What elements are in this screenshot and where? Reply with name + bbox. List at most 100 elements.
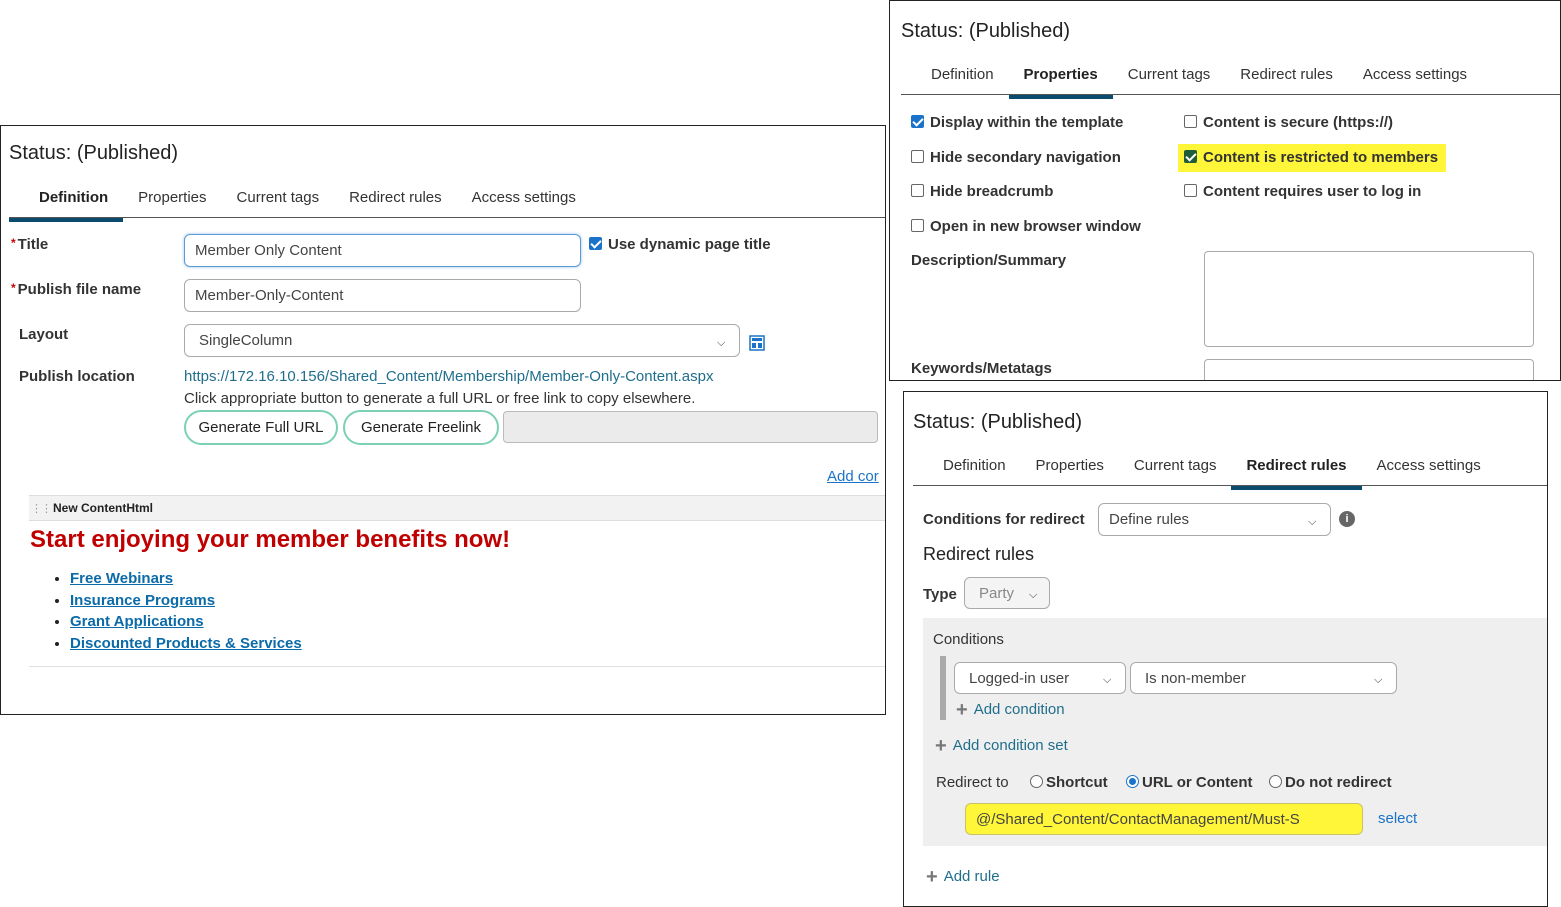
tab-current-tags[interactable]: Current tags: [222, 186, 335, 217]
layout-value: SingleColumn: [199, 332, 293, 349]
checkbox-icon: [911, 219, 924, 232]
plus-icon: +: [956, 699, 968, 721]
use-dynamic-title-checkbox[interactable]: Use dynamic page title: [589, 236, 771, 253]
required-marker: *: [11, 236, 16, 250]
status-title: Status: (Published): [901, 20, 1070, 42]
tab-redirect-rules[interactable]: Redirect rules: [334, 186, 457, 217]
list-item: Grant Applications: [70, 611, 885, 633]
open-new-window-checkbox[interactable]: Open in new browser window: [911, 218, 1141, 235]
tab-properties[interactable]: Properties: [1008, 63, 1113, 99]
conditions-label: Conditions: [933, 631, 1004, 648]
benefit-link-insurance[interactable]: Insurance Programs: [70, 592, 215, 609]
checkbox-icon: [1184, 184, 1197, 197]
redirect-target-input[interactable]: @/Shared_Content/ContactManagement/Must-…: [965, 803, 1363, 835]
keywords-label: Keywords/Metatags: [911, 360, 1052, 377]
radio-do-not-redirect[interactable]: Do not redirect: [1269, 774, 1392, 791]
content-restricted-checkbox[interactable]: Content is restricted to members: [1178, 144, 1447, 172]
conditions-for-redirect-select[interactable]: Define rules ⌵: [1098, 503, 1331, 536]
tab-redirect-rules[interactable]: Redirect rules: [1231, 454, 1362, 490]
checkbox-icon: [1184, 115, 1197, 128]
tab-properties[interactable]: Properties: [123, 186, 221, 217]
tab-access-settings[interactable]: Access settings: [1362, 454, 1496, 485]
radio-url-or-content[interactable]: URL or Content: [1126, 774, 1253, 791]
radio-icon: [1030, 775, 1043, 788]
checkbox-icon: [589, 237, 602, 250]
publish-location-link[interactable]: https://172.16.10.156/Shared_Content/Mem…: [184, 368, 713, 385]
add-condition-set-link[interactable]: + Add condition set: [935, 736, 1068, 756]
checkbox-icon: [911, 150, 924, 163]
benefits-list: Free Webinars Insurance Programs Grant A…: [29, 568, 885, 655]
layout-select[interactable]: SingleColumn ⌵: [184, 324, 740, 357]
description-label: Description/Summary: [911, 252, 1067, 269]
condition-operator-value: Is non-member: [1145, 669, 1246, 687]
rule-container: Conditions Logged-in user ⌵ Is non-membe…: [923, 618, 1547, 846]
publish-file-input[interactable]: Member-Only-Content: [184, 279, 581, 312]
chevron-down-icon: ⌵: [1308, 515, 1317, 528]
tab-properties[interactable]: Properties: [1021, 454, 1119, 485]
condition-set-bar: [940, 656, 946, 720]
add-content-link[interactable]: Add cor: [827, 468, 879, 485]
generate-full-url-button[interactable]: Generate Full URL: [184, 410, 338, 445]
conditions-for-redirect-value: Define rules: [1109, 511, 1190, 528]
tab-current-tags[interactable]: Current tags: [1119, 454, 1232, 485]
tab-definition[interactable]: Definition: [9, 186, 124, 222]
condition-operator-select[interactable]: Is non-member ⌵: [1130, 662, 1397, 694]
tab-access-settings[interactable]: Access settings: [457, 186, 591, 217]
tab-bar: Definition Properties Current tags Redir…: [901, 63, 1560, 99]
definition-panel: Status: (Published) Definition Propertie…: [0, 125, 886, 715]
content-requires-login-checkbox[interactable]: Content requires user to log in: [1184, 183, 1421, 200]
list-item: Discounted Products & Services: [70, 633, 885, 655]
radio-icon: [1126, 775, 1139, 788]
condition-field-select[interactable]: Logged-in user ⌵: [954, 662, 1126, 694]
status-title: Status: (Published): [9, 142, 178, 164]
chevron-down-icon: ⌵: [1374, 674, 1383, 686]
drag-handle-icon[interactable]: ⋮⋮: [31, 502, 52, 515]
benefit-link-grants[interactable]: Grant Applications: [70, 613, 204, 630]
redirect-rules-heading: Redirect rules: [923, 544, 1035, 564]
content-block-title: New ContentHtml: [53, 501, 153, 515]
publish-file-label: * Publish file name: [11, 281, 142, 298]
tab-definition[interactable]: Definition: [913, 454, 1021, 485]
tab-access-settings[interactable]: Access settings: [1348, 63, 1482, 94]
checkbox-icon: [1184, 150, 1197, 163]
required-marker: *: [11, 281, 16, 295]
benefits-headline: Start enjoying your member benefits now!: [30, 526, 511, 553]
description-textarea[interactable]: [1204, 251, 1534, 347]
list-item: Free Webinars: [70, 568, 885, 590]
checkbox-icon: [911, 115, 924, 128]
condition-field-value: Logged-in user: [969, 669, 1070, 687]
generated-url-field[interactable]: [503, 411, 878, 443]
content-secure-checkbox[interactable]: Content is secure (https://): [1184, 114, 1393, 131]
title-label: * Title: [11, 236, 49, 253]
benefit-link-webinars[interactable]: Free Webinars: [70, 570, 173, 587]
keywords-textarea[interactable]: [1204, 359, 1534, 380]
redirect-rules-panel: Status: (Published) Definition Propertie…: [903, 391, 1548, 907]
tab-definition[interactable]: Definition: [901, 63, 1009, 94]
select-link[interactable]: select: [1378, 810, 1417, 827]
tab-bar: Definition Properties Current tags Redir…: [913, 454, 1547, 490]
layout-preview-icon[interactable]: [749, 335, 765, 351]
tab-current-tags[interactable]: Current tags: [1113, 63, 1226, 94]
display-within-template-checkbox[interactable]: Display within the template: [911, 114, 1123, 131]
checkbox-icon: [911, 184, 924, 197]
layout-label: Layout: [19, 326, 69, 343]
info-icon[interactable]: i: [1339, 511, 1355, 527]
hide-secondary-nav-checkbox[interactable]: Hide secondary navigation: [911, 149, 1121, 166]
radio-shortcut[interactable]: Shortcut: [1030, 774, 1108, 791]
conditions-for-redirect-label: Conditions for redirect: [923, 511, 1085, 528]
type-label: Type: [923, 586, 957, 603]
benefit-link-discounts[interactable]: Discounted Products & Services: [70, 635, 302, 652]
add-rule-link[interactable]: + Add rule: [926, 867, 1000, 887]
add-condition-link[interactable]: + Add condition: [956, 699, 1065, 721]
title-input[interactable]: Member Only Content: [184, 234, 581, 267]
status-title: Status: (Published): [913, 411, 1082, 433]
chevron-down-icon: ⌵: [1029, 589, 1038, 601]
type-select[interactable]: Party ⌵: [964, 577, 1050, 609]
properties-panel: Status: (Published) Definition Propertie…: [889, 0, 1561, 381]
tab-redirect-rules[interactable]: Redirect rules: [1225, 63, 1348, 94]
list-item: Insurance Programs: [70, 590, 885, 612]
chevron-down-icon: ⌵: [1103, 674, 1112, 686]
generate-freelink-button[interactable]: Generate Freelink: [343, 410, 499, 445]
hide-breadcrumb-checkbox[interactable]: Hide breadcrumb: [911, 183, 1053, 200]
help-text: Click appropriate button to generate a f…: [184, 390, 696, 407]
